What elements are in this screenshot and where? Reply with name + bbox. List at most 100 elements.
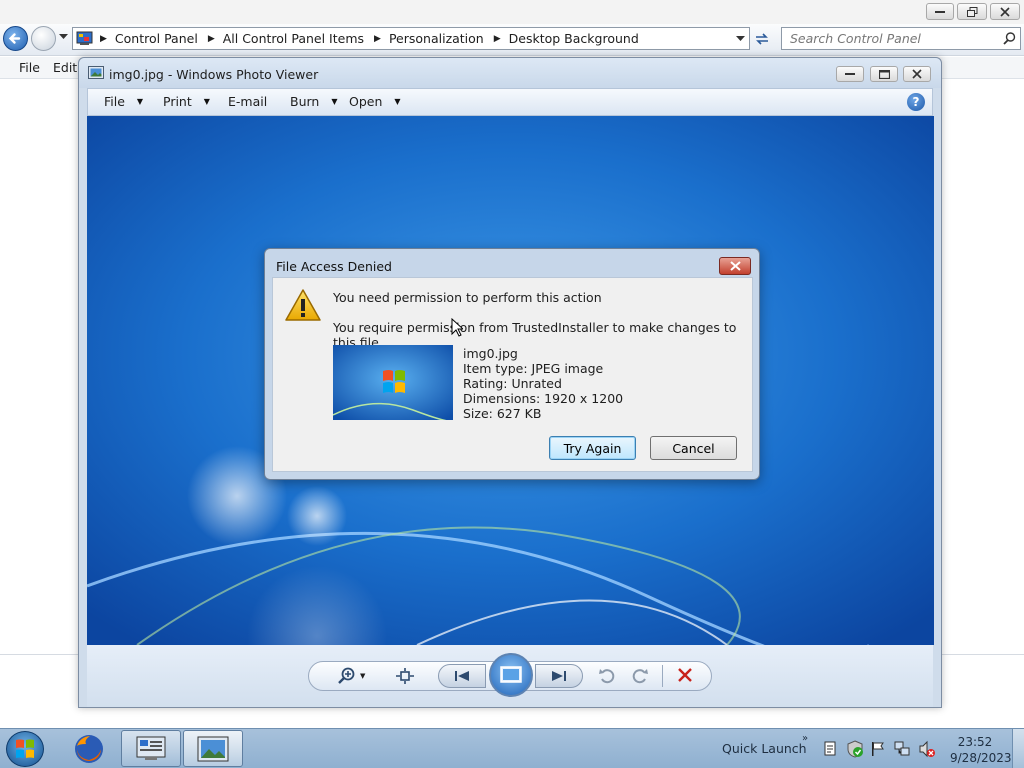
firefox-icon (75, 735, 103, 763)
network-icon[interactable] (893, 740, 911, 758)
firefox-taskbar-button[interactable] (72, 732, 106, 766)
toolbar-overflow-icon[interactable]: » (802, 733, 808, 744)
close-icon (912, 69, 922, 79)
minimize-button[interactable] (926, 3, 954, 20)
chevron-down-icon: ▼ (331, 97, 338, 106)
menu-edit[interactable]: Edit (53, 60, 77, 75)
cmd-file[interactable]: File ▼ (104, 94, 143, 109)
cancel-button[interactable]: Cancel (650, 436, 737, 460)
zoom-button[interactable]: ▼ (337, 667, 365, 685)
help-icon[interactable]: ? (907, 93, 925, 111)
chevron-down-icon (59, 34, 68, 39)
cmd-open[interactable]: Open ▼ (349, 94, 401, 109)
close-button[interactable] (990, 3, 1020, 20)
start-button[interactable] (6, 731, 44, 767)
windows-logo-icon (16, 739, 34, 758)
breadcrumb-root-chevron[interactable]: ▶ (98, 28, 115, 49)
search-icon (1003, 32, 1016, 45)
cmd-file-label: File (104, 94, 125, 109)
try-again-button[interactable]: Try Again (549, 436, 636, 460)
file-rating: Rating: Unrated (463, 376, 562, 391)
file-type: Item type: JPEG image (463, 361, 604, 376)
pv-minimize-button[interactable] (836, 66, 864, 82)
minimize-icon (935, 10, 945, 13)
previous-button[interactable] (438, 664, 486, 688)
cmd-email-label: E-mail (228, 94, 268, 109)
dialog-title: File Access Denied (276, 259, 392, 274)
system-clock[interactable]: 23:52 9/28/2023 (950, 734, 1012, 766)
forward-button[interactable] (31, 26, 56, 51)
photo-viewer-titlebar: img0.jpg - Windows Photo Viewer (79, 58, 941, 88)
cmd-print[interactable]: Print ▼ (163, 94, 210, 109)
close-icon (729, 261, 741, 271)
recent-pages-button[interactable] (59, 34, 68, 40)
rotate-ccw-button[interactable] (598, 667, 616, 685)
slideshow-button[interactable] (489, 653, 533, 697)
flag-icon[interactable] (870, 741, 886, 757)
delete-button[interactable] (677, 667, 693, 683)
chevron-down-icon (736, 35, 745, 41)
control-panel-icon (76, 31, 93, 45)
maximize-icon (878, 69, 890, 79)
breadcrumb-desktop-background[interactable]: Desktop Background (509, 28, 639, 49)
chevron-down-icon: ▼ (394, 97, 401, 106)
next-button[interactable] (535, 664, 583, 688)
rotate-ccw-icon (599, 669, 615, 684)
chevron-down-icon: ▼ (360, 672, 366, 680)
search-input[interactable]: Search Control Panel (781, 27, 1021, 50)
clock-time: 23:52 (957, 735, 993, 749)
dialog-close-button[interactable] (719, 257, 751, 275)
cmd-burn[interactable]: Burn ▼ (290, 94, 338, 109)
photo-viewer-icon (197, 736, 229, 761)
volume-muted-icon[interactable] (918, 740, 936, 758)
actual-size-icon (396, 668, 414, 684)
taskbar: Quick Launch » 23:52 9/28/2023 (0, 728, 1024, 768)
minimize-icon (845, 73, 855, 75)
warning-icon (285, 289, 321, 321)
show-desktop-button[interactable] (1012, 729, 1024, 768)
file-access-denied-dialog: File Access Denied You need permission t… (264, 248, 760, 480)
chevron-down-icon: ▼ (203, 97, 210, 106)
rotate-cw-button[interactable] (631, 667, 649, 685)
chevron-down-icon: ▼ (136, 97, 144, 106)
control-panel-taskbar-button[interactable] (121, 730, 181, 767)
zoom-icon (338, 667, 355, 684)
photo-viewer-icon (88, 66, 104, 79)
photo-viewer-taskbar-button[interactable] (183, 730, 243, 767)
file-dimensions: Dimensions: 1920 x 1200 (463, 391, 624, 406)
actual-size-button[interactable] (395, 667, 415, 685)
breadcrumb-personalization[interactable]: Personalization ▶ (389, 28, 509, 49)
quick-launch-label[interactable]: Quick Launch (722, 741, 807, 756)
close-icon (1000, 6, 1010, 17)
pv-maximize-button[interactable] (870, 66, 898, 82)
cmd-email[interactable]: E-mail (228, 94, 267, 109)
window-title: img0.jpg - Windows Photo Viewer (109, 67, 319, 82)
previous-icon (455, 671, 469, 681)
address-dropdown[interactable] (736, 35, 745, 42)
file-thumbnail (333, 345, 453, 420)
pv-close-button[interactable] (903, 66, 931, 82)
breadcrumb-control-panel[interactable]: Control Panel ▶ (115, 28, 223, 49)
slideshow-icon (500, 666, 522, 683)
menu-file[interactable]: File (19, 60, 40, 75)
address-bar[interactable]: ▶ Control Panel ▶ All Control Panel Items… (72, 27, 750, 50)
refresh-button[interactable] (752, 29, 772, 49)
cmd-burn-label: Burn (290, 94, 320, 109)
explorer-titlebar (0, 0, 1024, 24)
security-check-icon[interactable] (846, 740, 864, 758)
restore-icon (966, 6, 977, 17)
delete-icon (678, 668, 692, 682)
mouse-cursor-icon (451, 318, 463, 337)
cmd-print-label: Print (163, 94, 192, 109)
action-center-icon[interactable] (823, 741, 837, 757)
restore-button[interactable] (957, 3, 987, 20)
cmd-open-label: Open (349, 94, 383, 109)
dialog-body: You need permission to perform this acti… (272, 277, 753, 472)
back-button[interactable] (3, 26, 28, 51)
file-name: img0.jpg (463, 346, 518, 361)
dialog-heading: You need permission to perform this acti… (333, 290, 602, 305)
next-icon (552, 671, 566, 681)
rotate-cw-icon (632, 669, 648, 684)
controls-divider (662, 665, 663, 687)
breadcrumb-all-items[interactable]: All Control Panel Items ▶ (223, 28, 389, 49)
